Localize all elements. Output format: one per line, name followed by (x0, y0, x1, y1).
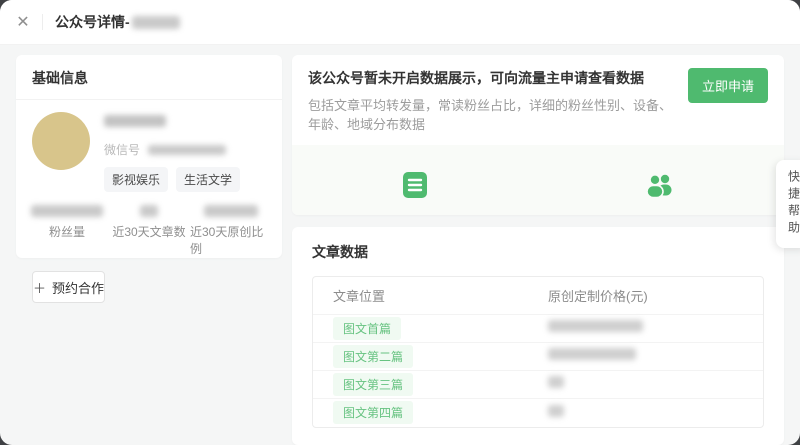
header-divider (42, 14, 43, 30)
reserve-cooperation-button[interactable]: ＋ 预约合作 (32, 271, 106, 303)
avatar (32, 112, 90, 170)
feature-article-effect: 文章效果数据 近30天平均阅读量、转发量 (292, 145, 538, 215)
profile-info: 微信号 影视娱乐 生活文学 (104, 112, 241, 192)
basic-info-title: 基础信息 (16, 55, 282, 100)
redacted-account-name (104, 115, 166, 127)
redacted-stat-value (31, 205, 103, 217)
basic-info-card: 基础信息 微信号 影视娱乐 生活文学 粉丝量 近30天文章数 近30天原创比例 … (16, 55, 282, 303)
redacted-account-name (131, 15, 180, 29)
stat-followers: 粉丝量 (26, 205, 108, 257)
article-data-title: 文章数据 (312, 243, 368, 260)
document-icon (402, 171, 428, 204)
position-tag: 图文首篇 (333, 316, 402, 340)
redacted-stat-value (140, 205, 158, 217)
data-apply-header: 该公众号暂未开启数据展示，可向流量主申请查看数据 包括文章平均转发量，常读粉丝占… (292, 55, 784, 145)
official-account-detail-modal: ✕ 公众号详情- 基础信息 微信号 影视娱乐 生活文学 粉丝量 近30天文章数 … (0, 0, 800, 445)
feature-fan-portrait: 粉丝画像数据 性别、年龄、设备、地域分布，常读粉丝占比 (538, 145, 784, 215)
stat-label: 近30天文章数 (112, 225, 186, 239)
article-data-card: 文章数据 文章位置 原创定制价格(元) 图文首篇 图文第二篇 图文第三篇 图文第… (292, 226, 784, 445)
page-title: 公众号详情- (55, 14, 130, 30)
stat-article-count: 近30天文章数 (108, 205, 190, 257)
users-icon (644, 171, 678, 204)
redacted-price (548, 348, 636, 361)
stat-label: 粉丝量 (48, 225, 85, 239)
wechat-id-label: 微信号 (104, 143, 141, 157)
table-row: 图文第二篇 (313, 343, 763, 371)
account-stats: 粉丝量 近30天文章数 近30天原创比例 (16, 205, 282, 257)
table-header-row: 文章位置 原创定制价格(元) (313, 277, 763, 315)
position-tag: 图文第三篇 (333, 372, 414, 396)
table-row: 图文首篇 (313, 315, 763, 343)
quick-help-label: 快捷帮助 (786, 170, 800, 238)
category-tags: 影视娱乐 生活文学 (104, 167, 241, 192)
table-row: 图文第四篇 (313, 399, 763, 427)
plus-icon: ＋ (33, 280, 47, 296)
data-apply-texts: 该公众号暂未开启数据展示，可向流量主申请查看数据 包括文章平均转发量，常读粉丝占… (308, 68, 676, 133)
column-header-position: 文章位置 (333, 288, 386, 304)
data-feature-section: 文章效果数据 近30天平均阅读量、转发量 粉丝画像数据 性别、年龄、设备、地域分… (292, 145, 784, 215)
right-column: 该公众号暂未开启数据展示，可向流量主申请查看数据 包括文章平均转发量，常读粉丝占… (292, 55, 784, 445)
modal-body: 基础信息 微信号 影视娱乐 生活文学 粉丝量 近30天文章数 近30天原创比例 … (0, 45, 800, 445)
data-apply-card: 该公众号暂未开启数据展示，可向流量主申请查看数据 包括文章平均转发量，常读粉丝占… (292, 55, 784, 215)
article-price-table: 文章位置 原创定制价格(元) 图文首篇 图文第二篇 图文第三篇 图文第四篇 (312, 275, 764, 428)
column-header-price: 原创定制价格(元) (548, 288, 648, 304)
category-tag: 影视娱乐 (104, 167, 169, 192)
category-tag: 生活文学 (176, 167, 241, 192)
modal-header: ✕ 公众号详情- (0, 0, 800, 45)
reserve-cooperation-label: 预约合作 (52, 280, 105, 296)
wechat-id-row: 微信号 (104, 141, 240, 158)
account-profile: 微信号 影视娱乐 生活文学 (16, 100, 282, 192)
stat-label: 近30天原创比例 (190, 225, 264, 256)
position-tag: 图文第四篇 (333, 401, 414, 425)
position-tag: 图文第二篇 (333, 344, 414, 368)
redacted-price (548, 320, 643, 333)
stat-original-ratio: 近30天原创比例 (190, 205, 272, 257)
data-apply-subtitle: 包括文章平均转发量，常读粉丝占比，详细的粉丝性别、设备、年龄、地域分布数据 (308, 98, 673, 132)
close-icon[interactable]: ✕ (14, 13, 32, 31)
redacted-wechat-id (148, 144, 227, 155)
quick-help-tab[interactable]: 快捷帮助 (776, 160, 800, 248)
redacted-price (548, 376, 564, 389)
data-apply-title: 该公众号暂未开启数据展示，可向流量主申请查看数据 (308, 70, 644, 86)
table-row: 图文第三篇 (313, 371, 763, 399)
apply-now-button[interactable]: 立即申请 (687, 68, 768, 103)
redacted-stat-value (204, 205, 258, 217)
redacted-price (548, 404, 564, 417)
